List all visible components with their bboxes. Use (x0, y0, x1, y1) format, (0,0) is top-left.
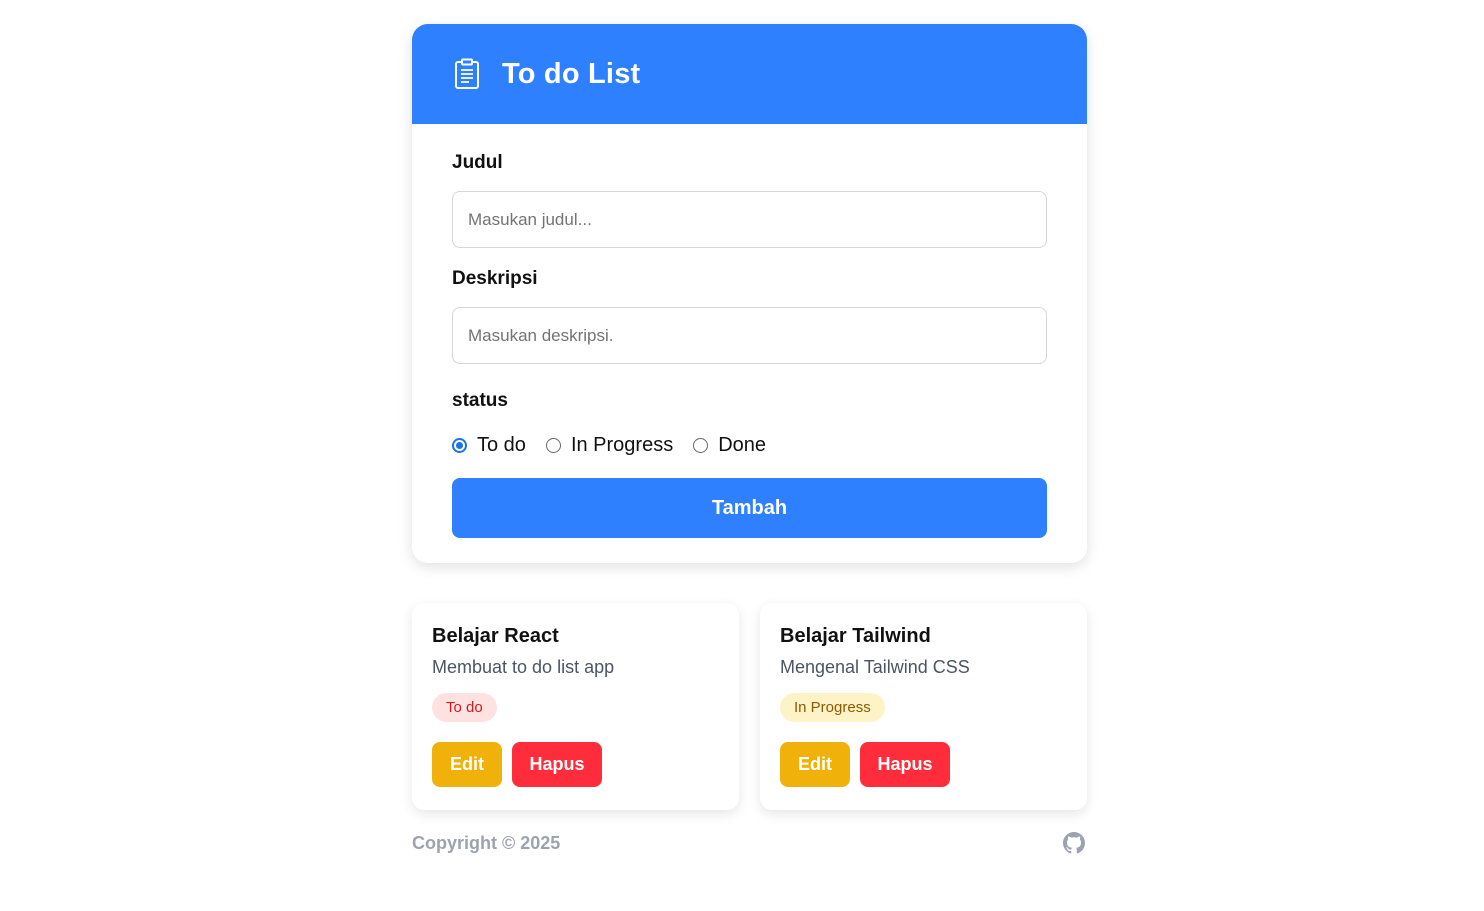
copyright-text: Copyright © 2025 (412, 832, 561, 853)
task-card: Belajar Tailwind Mengenal Tailwind CSS I… (760, 603, 1087, 810)
title-input[interactable] (452, 191, 1047, 248)
radio-in-progress[interactable] (545, 437, 561, 453)
github-icon[interactable] (1063, 832, 1085, 854)
status-radio-group: To do In Progress Done (452, 433, 1047, 457)
page-title: To do List (502, 57, 641, 90)
radio-label-in-progress: In Progress (570, 433, 674, 456)
edit-button[interactable]: Edit (432, 742, 502, 787)
radio-label-todo: To do (477, 433, 526, 456)
task-card: Belajar React Membuat to do list app To … (412, 603, 739, 810)
radio-todo[interactable] (452, 437, 467, 453)
task-title: Belajar React (432, 625, 559, 647)
description-label: Deskripsi (452, 268, 538, 289)
task-actions: Edit Hapus (432, 742, 719, 787)
app-container: To do List Judul Deskripsi status To do … (412, 24, 1087, 854)
status-label: status (452, 390, 508, 411)
delete-button[interactable]: Hapus (860, 742, 950, 787)
task-title: Belajar Tailwind (780, 625, 931, 647)
description-input[interactable] (452, 307, 1047, 364)
todo-form: Judul Deskripsi status To do In Progress… (412, 124, 1087, 563)
add-task-button[interactable]: Tambah (452, 478, 1047, 538)
clipboard-icon (454, 58, 480, 90)
status-badge: In Progress (780, 693, 885, 722)
app-header: To do List (412, 24, 1087, 124)
title-label: Judul (452, 152, 503, 173)
radio-done[interactable] (693, 437, 709, 453)
radio-label-done: Done (718, 433, 767, 456)
task-description: Mengenal Tailwind CSS (780, 657, 970, 677)
task-actions: Edit Hapus (780, 742, 1067, 787)
status-option-todo[interactable]: To do (452, 434, 526, 457)
status-option-done[interactable]: Done (693, 434, 766, 457)
todo-form-card: To do List Judul Deskripsi status To do … (412, 24, 1087, 563)
task-list: Belajar React Membuat to do list app To … (412, 603, 1087, 810)
task-description: Membuat to do list app (432, 657, 615, 677)
edit-button[interactable]: Edit (780, 742, 850, 787)
delete-button[interactable]: Hapus (512, 742, 602, 787)
status-option-in-progress[interactable]: In Progress (545, 433, 674, 457)
status-badge: To do (432, 693, 497, 722)
footer: Copyright © 2025 (412, 832, 1087, 854)
